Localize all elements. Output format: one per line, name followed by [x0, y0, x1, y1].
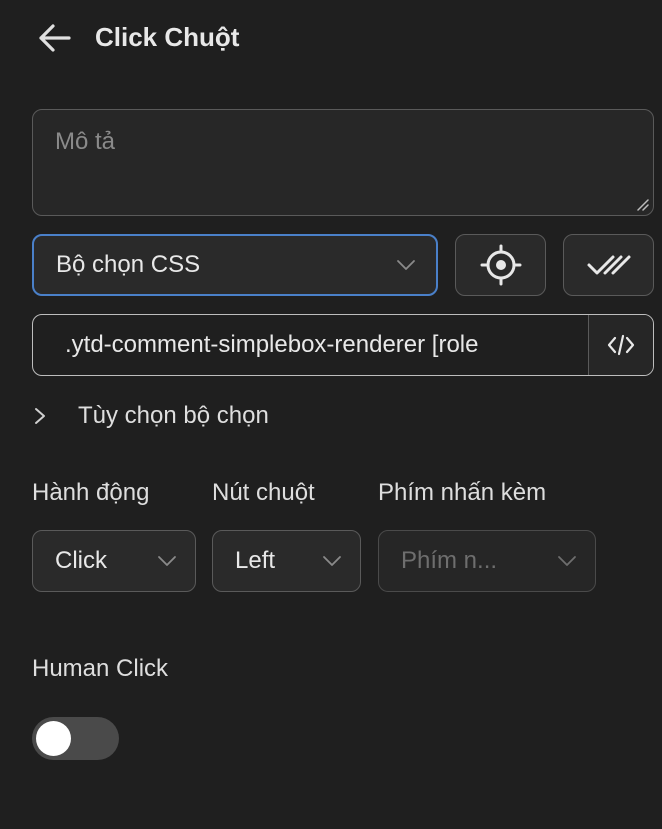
chevron-right-icon: [35, 408, 45, 424]
modifier-keys-select[interactable]: Phím n...: [378, 530, 596, 592]
human-click-toggle[interactable]: [32, 717, 119, 760]
back-button[interactable]: [34, 18, 74, 58]
selector-options-toggle[interactable]: Tùy chọn bộ chọn: [32, 398, 269, 434]
toggle-knob: [36, 721, 71, 756]
header: Click Chuột: [0, 0, 662, 76]
double-check-icon: [587, 255, 630, 275]
mouse-button-select[interactable]: Left: [212, 530, 361, 592]
modifier-keys-label: Phím nhấn kèm: [378, 479, 547, 506]
chevron-down-icon: [158, 556, 176, 566]
pick-element-button[interactable]: [455, 234, 546, 296]
crosshair-icon: [480, 244, 521, 286]
selector-type-value: Bộ chọn CSS: [56, 251, 201, 278]
selector-input[interactable]: .ytd-comment-simplebox-renderer [role: [33, 315, 588, 375]
chevron-down-icon: [397, 260, 415, 270]
chevron-down-icon: [323, 556, 341, 566]
modifier-keys-placeholder: Phím n...: [401, 547, 498, 574]
resize-grip-icon[interactable]: [635, 197, 649, 211]
action-value: Click: [55, 547, 107, 574]
mouse-button-label: Nút chuột: [212, 479, 315, 506]
description-field[interactable]: [32, 109, 654, 216]
selector-type-select[interactable]: Bộ chọn CSS: [32, 234, 438, 296]
selector-field: .ytd-comment-simplebox-renderer [role: [32, 314, 654, 376]
chevron-down-icon: [558, 556, 576, 566]
human-click-label: Human Click: [32, 655, 169, 682]
edit-code-button[interactable]: [588, 315, 653, 375]
description-input[interactable]: [55, 128, 631, 197]
code-icon: [607, 334, 635, 356]
arrow-left-icon: [39, 24, 71, 52]
selector-options-label: Tùy chọn bộ chọn: [78, 402, 269, 429]
page-title: Click Chuột: [95, 22, 240, 52]
mouse-button-value: Left: [235, 547, 276, 574]
verify-selector-button[interactable]: [563, 234, 654, 296]
action-select[interactable]: Click: [32, 530, 196, 592]
action-label: Hành động: [32, 479, 150, 506]
